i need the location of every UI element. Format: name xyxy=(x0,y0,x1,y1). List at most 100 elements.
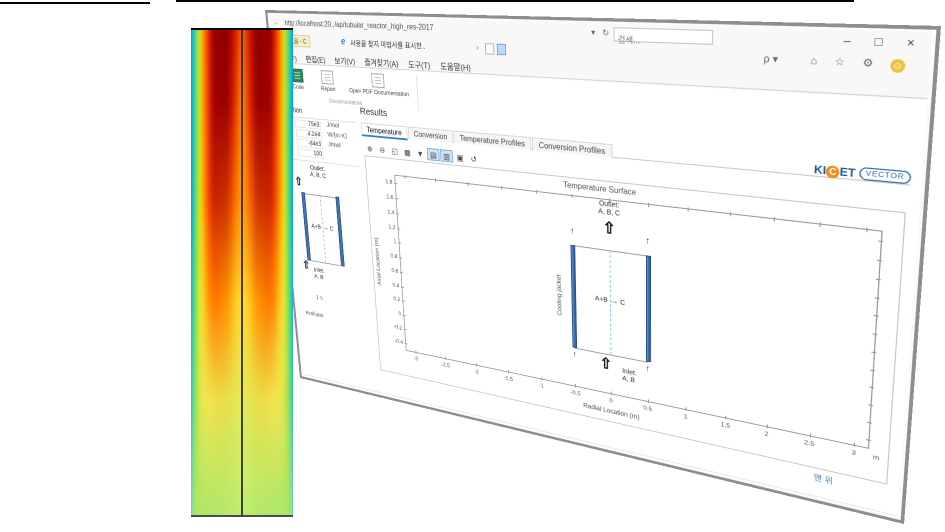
address-url[interactable]: http://localhost:20../ap/tubular_reactor… xyxy=(284,19,433,32)
results-heading: Results xyxy=(359,106,387,119)
tab-overflow-icon[interactable]: › xyxy=(476,43,479,52)
results-tab-temperature[interactable]: Temperature xyxy=(361,122,408,140)
wall-outlet-stream-icon: ↑ xyxy=(570,225,574,235)
x-tick-mark xyxy=(686,407,687,411)
x-tick-mark xyxy=(435,178,436,182)
reactor-left-wall xyxy=(571,245,578,348)
plot-toolbar-icon-2[interactable]: ◱ xyxy=(388,144,401,157)
x-tick-mark xyxy=(854,443,855,447)
plot-toolbar-icon-4[interactable]: ▼ xyxy=(414,147,427,160)
close-button[interactable]: × xyxy=(895,34,926,54)
page-icon[interactable] xyxy=(485,43,494,55)
x-tick-label: 1.5 xyxy=(721,421,731,430)
x-tick-mark xyxy=(819,222,820,227)
top-rule-left xyxy=(0,2,150,4)
parameter-value[interactable]: 75e3 xyxy=(295,119,322,129)
home-icon[interactable]: ⌂ xyxy=(810,54,817,66)
feedback-icon[interactable]: ☺ xyxy=(890,59,906,73)
x-tick-label: -1 xyxy=(539,382,544,389)
x-tick-mark xyxy=(609,198,610,202)
x-tick-mark xyxy=(541,377,542,381)
find-icon[interactable]: ρ ▾ xyxy=(763,53,778,67)
plot-toolbar-icon-1[interactable]: ⊖ xyxy=(376,143,388,156)
x-axis-label: Radial Location (m) xyxy=(583,403,639,422)
parameter-value[interactable]: 4.2e4 xyxy=(296,129,322,139)
results-tab-conversion[interactable]: Conversion xyxy=(408,126,454,142)
new-tab-icon[interactable] xyxy=(497,44,507,56)
tab-active[interactable]: 사용을 찾지 마법사를 표시한.. xyxy=(350,38,426,52)
results-tab-temperature-profiles[interactable]: Temperature Profiles xyxy=(454,130,532,150)
screenshot-stage: ← http://localhost:20../ap/tubular_react… xyxy=(0,0,945,532)
plot-toolbar-icon-6[interactable]: ▥ xyxy=(440,149,453,163)
y-tick-mark xyxy=(872,333,877,335)
favorites-icon[interactable]: ☆ xyxy=(834,55,845,69)
x-axis-unit: m xyxy=(873,454,880,462)
y-tick-mark xyxy=(877,260,882,262)
x-tick-label: 2.5 xyxy=(804,439,814,448)
refresh-icon[interactable]: ↻ xyxy=(602,28,609,38)
y-tick-mark xyxy=(876,278,881,280)
cooling-jacket-label: Cooling jacket xyxy=(556,274,563,316)
parameter-value[interactable]: 100 xyxy=(297,148,323,159)
tools-icon[interactable]: ⚙ xyxy=(862,56,873,70)
x-tick-label: -0.5 xyxy=(570,389,580,397)
parameter-unit: J/mol xyxy=(326,122,339,129)
browser-window: ← http://localhost:20../ap/tubular_react… xyxy=(265,10,941,524)
x-tick-label: -3 xyxy=(413,356,418,363)
back-icon[interactable]: ← xyxy=(273,18,279,26)
bottom-right-link[interactable]: 맨 위 xyxy=(813,472,833,487)
mini-inlet-arrow-icon: ⇧ xyxy=(302,258,311,272)
plot-toolbar-icon-0[interactable]: ⊕ xyxy=(364,142,376,155)
menu-item-3[interactable]: 즐겨찾기(A) xyxy=(364,57,399,70)
x-tick-mark xyxy=(476,363,477,367)
maximize-button[interactable]: □ xyxy=(864,33,894,53)
y-tick-label: 1.6 xyxy=(372,192,394,201)
results-tab-conversion-profiles[interactable]: Conversion Profiles xyxy=(532,137,612,157)
inlet-label: Inlet:A, B xyxy=(622,368,637,386)
plot-toolbar-icon-8[interactable]: ↺ xyxy=(467,152,480,166)
browser-window-wrapper: ← http://localhost:20../ap/tubular_react… xyxy=(0,0,945,532)
y-tick-mark xyxy=(869,387,874,389)
logo-text-et: ET xyxy=(839,166,856,180)
y-tick-mark xyxy=(395,198,398,199)
x-tick-label: -2.5 xyxy=(441,361,450,369)
menu-item-4[interactable]: 도구(T) xyxy=(408,59,431,72)
y-tick-label: 1.2 xyxy=(374,222,396,231)
y-tick-mark xyxy=(394,183,397,184)
x-tick-mark xyxy=(730,212,731,216)
y-tick-mark xyxy=(871,351,876,353)
y-tick-label: 0.4 xyxy=(378,279,399,289)
top-rule-right xyxy=(176,0,854,2)
plot-toolbar-icon-5[interactable]: ▤ xyxy=(427,148,440,161)
search-box[interactable] xyxy=(614,27,714,45)
open-pdf-documentation-button[interactable]: Open PDF Documentation xyxy=(346,72,411,99)
y-tick-mark xyxy=(402,301,405,302)
menu-item-2[interactable]: 보기(V) xyxy=(334,55,355,67)
x-tick-mark xyxy=(809,433,810,437)
plot-widget: Temperature Surface Axial Location (m) R… xyxy=(365,155,906,484)
address-dropdown-icon[interactable]: ▾ xyxy=(591,28,595,38)
plot-toolbar-icon-7[interactable]: ▣ xyxy=(453,150,466,164)
plot-toolbar-icon-3[interactable]: ▦ xyxy=(401,145,414,158)
mini-inlet-label: Inlet:A, B xyxy=(314,267,326,282)
x-tick-mark xyxy=(572,194,573,198)
x-tick-mark xyxy=(575,384,576,388)
y-tick-mark xyxy=(400,272,403,273)
logo-badge-vector: VECTOR xyxy=(859,167,911,185)
y-tick-mark xyxy=(868,404,873,406)
pdf-doc-icon xyxy=(371,73,385,88)
y-tick-mark xyxy=(401,286,404,287)
menu-item-5[interactable]: 도움말(H) xyxy=(440,60,471,74)
x-tick-label: 0.5 xyxy=(643,405,652,413)
y-tick-mark xyxy=(874,315,879,317)
y-tick-mark xyxy=(396,213,399,214)
report-button[interactable]: Report xyxy=(312,70,344,94)
heatmap-center-axis-line xyxy=(241,30,243,515)
ie-favicon: e xyxy=(341,37,346,48)
menu-item-1[interactable]: 편집(E) xyxy=(305,54,326,66)
x-tick-label: 3 xyxy=(851,449,856,457)
x-tick-label: -2 xyxy=(474,368,479,375)
y-tick-mark xyxy=(404,329,407,330)
y-tick-mark xyxy=(397,228,400,229)
minimize-button[interactable]: – xyxy=(833,32,862,51)
